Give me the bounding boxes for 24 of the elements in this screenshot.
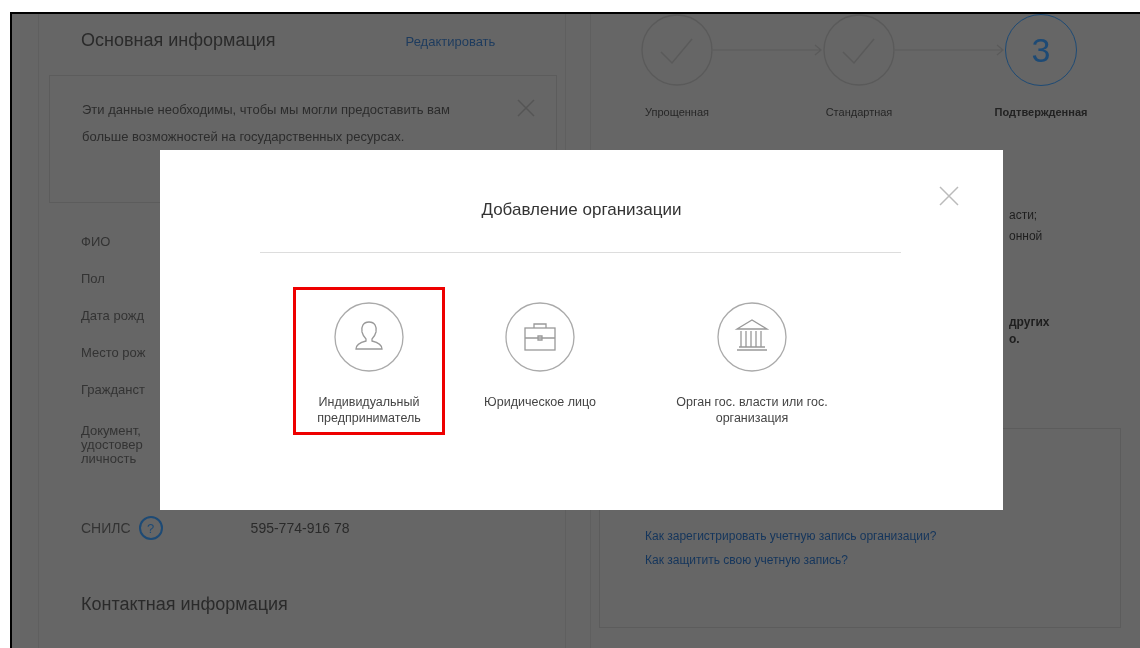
text-fragment: других bbox=[1009, 314, 1051, 331]
arrow-icon bbox=[895, 44, 1005, 56]
section-title: Контактная информация bbox=[81, 594, 289, 615]
text-fragment: онной bbox=[1009, 228, 1044, 245]
building-icon bbox=[717, 302, 787, 372]
help-link[interactable]: Как защитить свою учетную запись? bbox=[645, 553, 848, 567]
notice-text: Эти данные необходимы, чтобы мы могли предоставить вам больше возможностей на государственных ресурсах. bbox=[82, 101, 452, 146]
section-title: Основная информация bbox=[81, 30, 276, 51]
person-icon bbox=[334, 302, 404, 372]
text-fragment: асти; bbox=[1009, 207, 1039, 224]
step-label: Стандартная bbox=[825, 106, 893, 118]
option-button[interactable]: Индивидуальный предприниматель bbox=[293, 287, 445, 435]
step-label: Подтвержденная bbox=[994, 106, 1088, 118]
close-icon[interactable] bbox=[939, 186, 959, 206]
text-fragment: о. bbox=[1009, 331, 1021, 348]
option-button[interactable]: Орган гос. власти или гос. организация bbox=[657, 287, 847, 435]
option-button[interactable]: Юридическое лицо bbox=[465, 287, 615, 419]
help-icon[interactable]: ? bbox=[138, 516, 163, 540]
dialog-title: Добавление организации bbox=[480, 200, 683, 220]
briefcase-icon bbox=[505, 302, 575, 372]
field-value: 595-774-916 78 bbox=[250, 520, 350, 536]
help-link[interactable]: Как зарегистрировать учетную запись организации? bbox=[645, 529, 937, 543]
step-label: Упрощенная bbox=[645, 106, 709, 118]
edit-link[interactable]: Редактировать bbox=[405, 34, 496, 49]
